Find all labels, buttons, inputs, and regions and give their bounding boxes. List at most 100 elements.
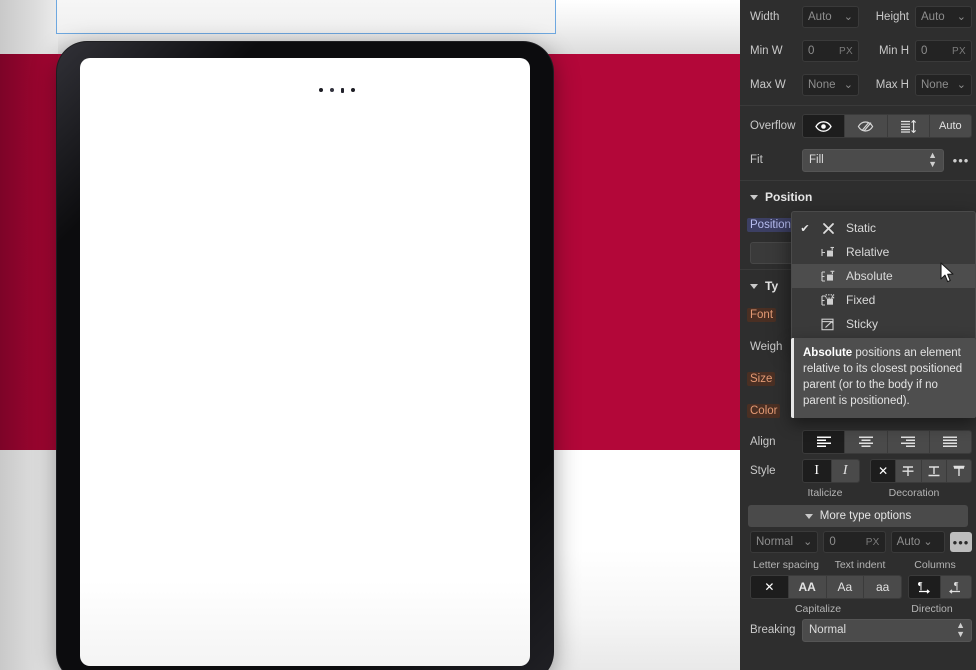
height-value: Auto [921,11,945,23]
strikethrough-icon [901,465,915,477]
italicize-segmented-control[interactable]: I I [802,459,860,483]
align-right-icon [900,436,916,448]
max-width-label: Max W [750,79,786,91]
chevron-down-icon[interactable]: ⌄ [957,79,966,91]
panel-divider [740,180,976,181]
color-label: Color [747,404,781,418]
sensor-dot [330,88,334,92]
direction-rtl-button[interactable]: ¶ [940,576,971,598]
menu-item-label: Sticky [846,317,879,331]
breaking-label: Breaking [750,624,796,636]
align-justify-button[interactable] [929,431,971,453]
overflow-label: Overflow [750,120,796,132]
breaking-value: Normal [809,624,847,636]
align-label: Align [750,436,776,448]
svg-text:¶: ¶ [954,581,959,592]
chevron-down-icon[interactable]: ⌄ [803,536,812,548]
align-center-button[interactable] [845,431,888,453]
decoration-underline-button[interactable] [921,460,947,482]
stepper-icon[interactable]: ▲ ▼ [956,621,965,639]
menu-item-sticky[interactable]: Sticky [792,312,975,336]
columns-more-options-button[interactable]: ••• [949,532,972,552]
overline-icon [952,465,966,477]
stepper-icon[interactable]: ▲ ▼ [928,151,937,169]
position-section-header[interactable]: Position [740,184,976,210]
direction-ltr-button[interactable]: ¶ [909,576,941,598]
style-sublabels-row: Italicize Decoration [740,485,976,501]
fit-select[interactable]: Fill ▲ ▼ [802,148,944,172]
height-input[interactable]: Auto ⌄ [915,6,972,28]
menu-item-static[interactable]: ✔ Static [792,216,975,240]
chevron-down-icon[interactable]: ⌄ [844,79,853,91]
position-value-field[interactable] [750,242,794,264]
min-height-label: Min H [878,45,909,57]
tablet-device-frame[interactable] [57,42,553,670]
style-properties-panel[interactable]: Width Auto ⌄ Height Auto ⌄ Min W 0 PX Mi… [740,0,976,670]
menu-item-label: Static [846,221,877,235]
capitalize-none-button[interactable]: ✕ [751,576,789,598]
chevron-down-icon[interactable]: ⌄ [957,11,966,23]
titlecase-icon: Aa [837,580,853,594]
decoration-none-button[interactable]: ✕ [871,460,897,482]
capitalize-group-label: Capitalize [794,603,842,615]
fit-more-options-button[interactable]: ••• [950,150,972,170]
upright-button[interactable]: I [803,460,832,482]
direction-segmented-control[interactable]: ¶ ¶ [908,575,972,599]
capitalize-direction-row: ✕ AA Aa aa ¶ ¶ [740,573,976,601]
decoration-segmented-control[interactable]: ✕ [870,459,972,483]
breaking-select[interactable]: Normal ▲ ▼ [802,618,972,642]
overflow-auto-button[interactable]: Auto [929,115,971,137]
width-input[interactable]: Auto ⌄ [802,6,859,28]
align-segmented-control[interactable] [802,430,972,454]
decoration-strikethrough-button[interactable] [896,460,922,482]
eye-icon [815,120,832,132]
max-width-input[interactable]: None ⌄ [802,74,859,96]
fit-label: Fit [750,154,763,166]
sensor-slit [341,87,344,93]
min-height-input[interactable]: 0 PX [915,40,972,62]
capitalize-segmented-control[interactable]: ✕ AA Aa aa [750,575,902,599]
overflow-hidden-button[interactable] [845,115,888,137]
style-label: Style [750,465,776,477]
menu-item-fixed[interactable]: Fixed [792,288,975,312]
decoration-overline-button[interactable] [946,460,971,482]
columns-input[interactable]: Auto ⌄ [890,531,945,553]
panel-divider [740,105,976,106]
more-type-options-label: More type options [819,510,912,522]
letter-spacing-value: Normal [756,536,794,548]
underline-icon [927,465,941,477]
position-dropdown-menu[interactable]: ✔ Static Relative Absolute Fixed Sticky [791,211,976,341]
capitalize-uppercase-button[interactable]: AA [788,576,827,598]
spacing-sublabels-row: Letter spacing Text indent Columns [740,557,976,573]
capitalize-titlecase-button[interactable]: Aa [826,576,865,598]
overflow-visible-button[interactable] [803,115,846,137]
menu-item-label: Absolute [846,269,893,283]
device-screen[interactable] [80,58,530,666]
position-tooltip: Absolute positions an element relative t… [791,338,976,418]
red-band-left-shadow [0,54,58,450]
columns-label: Columns [914,559,956,571]
menu-item-absolute[interactable]: Absolute [792,264,975,288]
italic-button[interactable]: I [831,460,859,482]
letter-spacing-input[interactable]: Normal ⌄ [750,531,819,553]
width-value: Auto [808,11,832,23]
chevron-down-icon[interactable]: ⌄ [923,536,932,548]
design-canvas[interactable] [0,0,740,670]
text-indent-input[interactable]: 0 PX [823,531,886,553]
overflow-scroll-button[interactable] [887,115,930,137]
max-height-input[interactable]: None ⌄ [915,74,972,96]
min-width-input[interactable]: 0 PX [802,40,859,62]
checkmark-icon: ✔ [800,222,810,235]
align-right-button[interactable] [887,431,930,453]
align-left-button[interactable] [803,431,846,453]
chevron-down-icon[interactable]: ⌄ [844,11,853,23]
italic-icon: I [842,463,848,478]
chevron-down-icon [750,194,758,200]
more-type-options-button[interactable]: More type options [748,505,968,527]
fit-row: Fit Fill ▲ ▼ ••• [740,143,976,177]
capitalize-lowercase-button[interactable]: aa [864,576,901,598]
element-selection-outline[interactable] [56,0,556,34]
menu-item-label: Relative [846,245,890,259]
menu-item-relative[interactable]: Relative [792,240,975,264]
overflow-segmented-control[interactable]: Auto [802,114,972,138]
